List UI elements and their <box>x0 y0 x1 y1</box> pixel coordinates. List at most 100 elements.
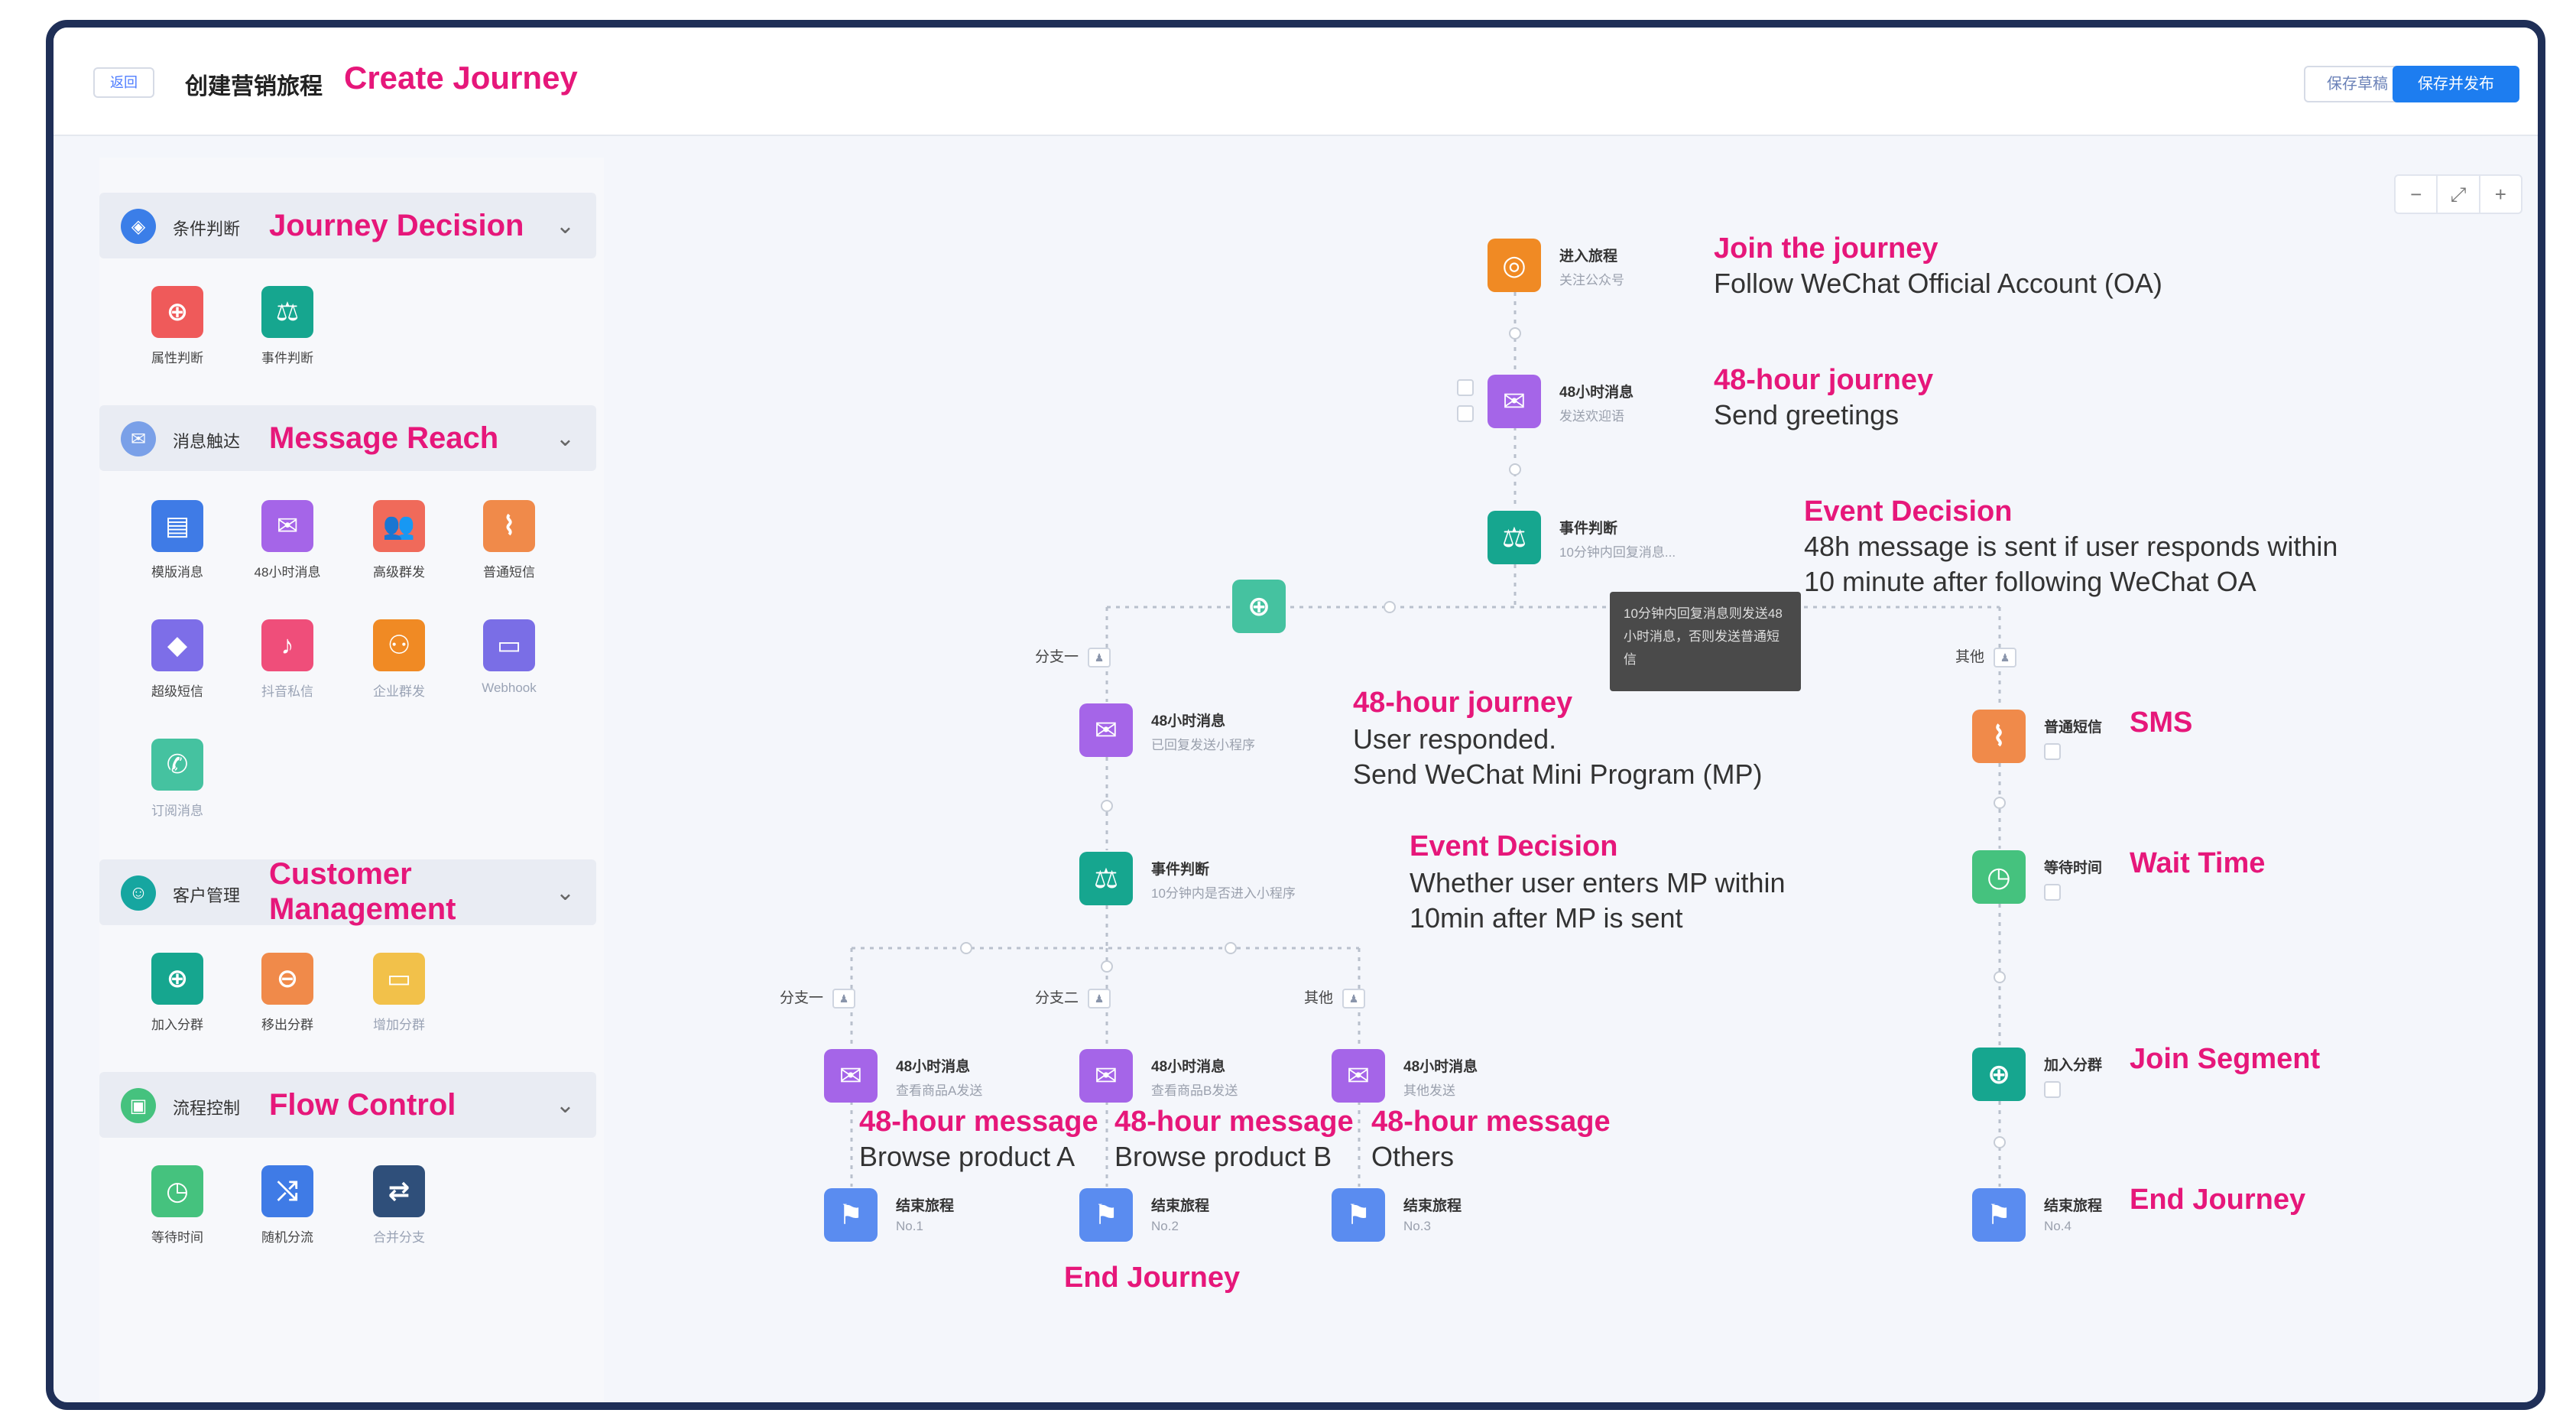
tool-tiktok-message[interactable]: ♪ 抖音私信 <box>242 619 333 700</box>
tool-join-segment[interactable]: ⊕ 加入分群 <box>131 953 223 1033</box>
node-subtitle: No.2 <box>1151 1219 1179 1233</box>
tool-wait-time[interactable]: ◷ 等待时间 <box>131 1165 223 1246</box>
node-end-4[interactable]: ⚑ 结束旅程 No.4 <box>1972 1188 2125 1249</box>
person-icon[interactable]: ♟ <box>832 988 856 1009</box>
node-type: 加入分群 <box>2044 1057 2103 1074</box>
copy-icon[interactable] <box>1457 379 1474 396</box>
section-customer-management[interactable]: ☺ 客户管理 Customer Management ⌄ <box>99 857 596 926</box>
node-join-segment[interactable]: ⊕ 加入分群 <box>1972 1048 2125 1109</box>
annotation-desc: 10 minute after following WeChat OA <box>1804 566 2256 597</box>
user-plus-icon: ⊕ <box>151 953 203 1005</box>
person-icon[interactable]: ♟ <box>1994 647 2017 668</box>
branch-label-1[interactable]: 分支一 ♟ <box>1035 645 1111 668</box>
tool-advanced-mass[interactable]: 👥 高级群发 <box>353 500 445 580</box>
node-event-decision-2[interactable]: ⚖ 事件判断 10分钟内是否进入小程序 <box>1079 852 1370 913</box>
node-type: 结束旅程 <box>2044 1198 2103 1214</box>
node-end-1[interactable]: ⚑ 结束旅程 No.1 <box>824 1188 1023 1249</box>
section-flow-control[interactable]: ▣ 流程控制 Flow Control ⌄ <box>99 1072 596 1138</box>
node-type: 等待时间 <box>2044 860 2103 876</box>
tool-label: 属性判断 <box>151 351 203 365</box>
annotation-title: End Journey <box>1064 1262 1241 1294</box>
node-type: 普通短信 <box>2044 719 2103 736</box>
branch-label-a[interactable]: 分支一 ♟ <box>780 986 856 1009</box>
copy-icon[interactable] <box>2044 1081 2061 1098</box>
person-icon[interactable]: ♟ <box>1342 988 1366 1009</box>
node-subtitle: 已回复发送小程序 <box>1151 738 1255 752</box>
branch-label-other[interactable]: 其他 ♟ <box>1955 645 2017 668</box>
tool-event-decision[interactable]: ⚖ 事件判断 <box>242 286 333 366</box>
journey-canvas[interactable]: − ⤢ + ◎ 进入旅程 关注公众号 Join the journey Foll… <box>619 136 2538 1402</box>
tool-label: 加入分群 <box>151 1018 203 1032</box>
section-annotation: Message Reach <box>269 421 499 455</box>
node-sms[interactable]: ⌇ 普通短信 <box>1972 710 2125 771</box>
chevron-down-icon[interactable]: ⌄ <box>556 213 575 239</box>
node-type: 结束旅程 <box>1151 1198 1210 1214</box>
node-event-decision-1[interactable]: ⚖ 事件判断 10分钟内回复消息... <box>1488 511 1778 572</box>
tool-48h-message[interactable]: ✉ 48小时消息 <box>242 500 333 580</box>
tool-attribute-decision[interactable]: ⊕ 属性判断 <box>131 286 223 366</box>
copy-icon[interactable] <box>2044 743 2061 760</box>
user-icon: ☺ <box>121 875 156 911</box>
branch-name: 分支一 <box>780 990 824 1006</box>
tool-template-message[interactable]: ▤ 模版消息 <box>131 500 223 580</box>
section-label: 客户管理 <box>173 886 241 905</box>
tool-add-segment[interactable]: ▭ 增加分群 <box>353 953 445 1033</box>
tool-label: 普通短信 <box>483 565 535 580</box>
tool-random-split[interactable]: ⤭ 随机分流 <box>242 1165 333 1246</box>
node-type: 48小时消息 <box>1151 1059 1226 1075</box>
add-node-button[interactable]: ⊕ <box>1232 580 1286 633</box>
tool-leave-segment[interactable]: ⊖ 移出分群 <box>242 953 333 1033</box>
node-subtitle: No.1 <box>896 1219 923 1233</box>
copy-icon[interactable] <box>2044 884 2061 901</box>
section-message-reach[interactable]: ✉ 消息触达 Message Reach ⌄ <box>99 405 596 471</box>
chevron-down-icon[interactable]: ⌄ <box>556 1092 575 1119</box>
tiktok-icon: ♪ <box>261 619 313 671</box>
annotation-title: Join the journey <box>1714 232 1938 265</box>
back-button[interactable]: 返回 <box>93 67 154 98</box>
tool-super-sms[interactable]: ◆ 超级短信 <box>131 619 223 700</box>
diamond-icon: ◆ <box>151 619 203 671</box>
shuffle-icon: ⤭ <box>261 1165 313 1217</box>
node-wait-time[interactable]: ◷ 等待时间 <box>1972 850 2125 911</box>
tool-merge-branch[interactable]: ⇄ 合并分支 <box>353 1165 445 1246</box>
section-annotation: Flow Control <box>269 1088 456 1122</box>
tool-webhook[interactable]: ▭ Webhook <box>463 619 555 696</box>
section-journey-decision[interactable]: ◈ 条件判断 Journey Decision ⌄ <box>99 193 596 258</box>
node-join-journey[interactable]: ◎ 进入旅程 关注公众号 <box>1488 239 1717 300</box>
node-48h-others[interactable]: ✉ 48小时消息 其他发送 <box>1332 1049 1561 1110</box>
chevron-down-icon[interactable]: ⌄ <box>556 425 575 452</box>
node-end-2[interactable]: ⚑ 结束旅程 No.2 <box>1079 1188 1278 1249</box>
tool-label: 超级短信 <box>151 684 203 699</box>
annotation-desc: Send greetings <box>1714 399 1900 430</box>
branch-name: 其他 <box>1304 990 1334 1006</box>
tool-label: 抖音私信 <box>261 684 313 699</box>
annotation-title: Wait Time <box>2130 847 2266 879</box>
tool-subscription-message[interactable]: ✆ 订阅消息 <box>131 739 223 819</box>
node-48h-product-b[interactable]: ✉ 48小时消息 查看商品B发送 <box>1079 1049 1309 1110</box>
branch-label-b[interactable]: 分支二 ♟ <box>1035 986 1111 1009</box>
annotation-desc: Follow WeChat Official Account (OA) <box>1714 268 2162 299</box>
branch-label-other-2[interactable]: 其他 ♟ <box>1304 986 1366 1009</box>
person-icon[interactable]: ♟ <box>1088 647 1111 668</box>
person-icon[interactable]: ♟ <box>1088 988 1111 1009</box>
save-publish-button[interactable]: 保存并发布 <box>2393 66 2519 102</box>
node-48h-mini-program[interactable]: ✉ 48小时消息 已回复发送小程序 <box>1079 703 1324 765</box>
node-48h-greeting[interactable]: ✉ 48小时消息 发送欢迎语 <box>1488 375 1717 436</box>
envelope-icon: ✉ <box>121 421 156 456</box>
tool-enterprise-mass[interactable]: ⚇ 企业群发 <box>353 619 445 700</box>
annotation-title: 48-hour journey <box>1353 687 1573 719</box>
template-icon: ▤ <box>151 500 203 552</box>
folder-icon: ▭ <box>373 953 425 1005</box>
delete-icon[interactable] <box>1457 405 1474 422</box>
envelope-icon: ✉ <box>1332 1049 1385 1103</box>
chat-icon: ✆ <box>151 739 203 791</box>
node-48h-product-a[interactable]: ✉ 48小时消息 查看商品A发送 <box>824 1049 1053 1110</box>
page-title-annotation: Create Journey <box>344 60 578 96</box>
node-subtitle: 关注公众号 <box>1559 273 1624 287</box>
annotation-desc: Send WeChat Mini Program (MP) <box>1353 758 1763 790</box>
annotation-desc: 48h message is sent if user responds wit… <box>1804 531 2338 562</box>
tool-sms[interactable]: ⌇ 普通短信 <box>463 500 555 580</box>
node-end-3[interactable]: ⚑ 结束旅程 No.3 <box>1332 1188 1530 1249</box>
app-window: 返回 创建营销旅程 Create Journey 保存草稿 保存并发布 ◈ 条件… <box>46 20 2545 1410</box>
chevron-down-icon[interactable]: ⌄ <box>556 879 575 906</box>
